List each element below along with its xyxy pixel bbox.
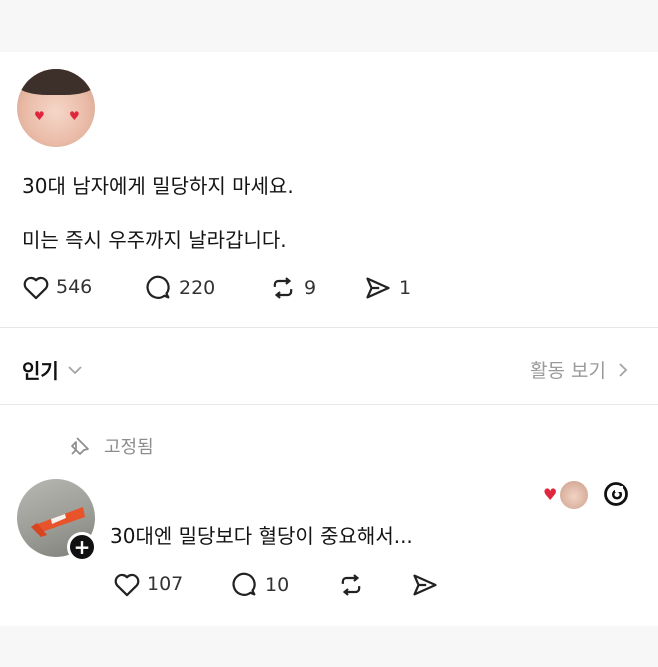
share-button[interactable]: 1 (363, 274, 411, 302)
repost-count: 9 (304, 277, 317, 299)
reply-like-button[interactable]: 107 (113, 571, 183, 597)
repost-icon (341, 574, 361, 596)
sort-dropdown[interactable]: 인기 (22, 355, 83, 384)
sort-label: 인기 (22, 359, 59, 383)
post-text-line-1: 30대 남자에게 밀당하지 마세요. (22, 174, 294, 198)
reply-comment-count: 10 (265, 574, 290, 596)
chevron-down-icon (68, 365, 82, 374)
pinned-indicator: 고정됨 (68, 433, 154, 459)
speech-bubble-icon (232, 572, 256, 596)
send-icon (366, 277, 390, 299)
send-icon (413, 574, 437, 596)
comment-button[interactable]: 220 (145, 274, 215, 302)
plus-icon: + (73, 535, 91, 559)
top-bar (0, 0, 658, 52)
reply-text: 30대엔 밀당보다 혈당이 중요해서... (110, 524, 413, 548)
heart-sticker-icon: ♥ (69, 109, 80, 123)
liked-by-author-heart-icon: ♥ (543, 485, 558, 504)
author-avatar[interactable]: ♥ ♥ (17, 69, 95, 147)
like-count: 546 (56, 276, 93, 298)
post-text-line-2: 미는 즉시 우주까지 날라갑니다. (22, 228, 287, 252)
repost-icon (273, 277, 293, 299)
repost-button[interactable]: 9 (268, 274, 316, 302)
divider (0, 404, 658, 405)
like-button[interactable]: 546 (22, 274, 92, 300)
share-count: 1 (399, 277, 412, 299)
follow-plus-button[interactable]: + (67, 532, 97, 562)
heart-outline-icon (114, 573, 140, 597)
threads-logo[interactable] (602, 480, 630, 508)
reply-share-button[interactable] (410, 571, 440, 599)
bottom-bar (0, 626, 658, 667)
liked-by-author-avatar (558, 479, 590, 511)
reply-comment-button[interactable]: 10 (231, 571, 289, 599)
heart-sticker-icon: ♥ (34, 109, 45, 123)
speech-bubble-icon (146, 275, 170, 299)
chevron-right-icon (619, 362, 628, 377)
view-activity-link[interactable]: 활동 보기 (530, 356, 628, 383)
comment-count: 220 (179, 277, 216, 299)
pin-icon (71, 437, 89, 455)
divider (0, 327, 658, 328)
reply-like-count: 107 (147, 573, 184, 595)
pinned-label: 고정됨 (104, 437, 154, 458)
heart-outline-icon (23, 276, 49, 300)
reply-repost-button[interactable] (336, 571, 366, 599)
view-activity-label: 활동 보기 (530, 360, 606, 382)
